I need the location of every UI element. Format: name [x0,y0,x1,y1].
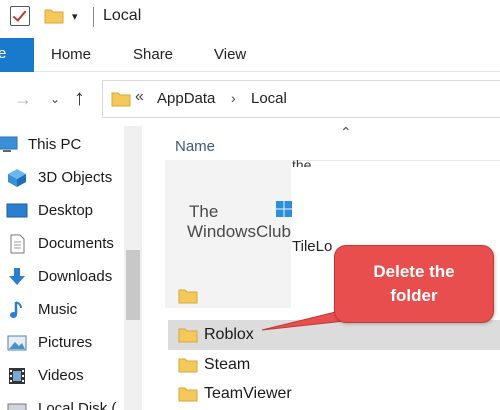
watermark-line2: WindowsClub [187,222,291,241]
computer-icon [0,136,18,152]
file-row-teamviewer[interactable]: TeamViewer [168,379,500,409]
callout-line1: Delete the [373,262,455,281]
ribbon-tabs: e Home Share View [0,34,500,72]
folder-icon [111,92,131,107]
film-icon [9,368,25,384]
sort-ascending-icon[interactable]: ⌃ [340,124,352,141]
tab-file[interactable]: e [0,38,34,72]
file-row-steam[interactable]: Steam [168,350,500,380]
clipped-item-label: the [292,157,312,167]
disk-icon [7,403,27,410]
breadcrumb-local[interactable]: Local [251,90,287,107]
properties-check-icon[interactable] [10,6,30,26]
callout-line2: folder [390,286,438,305]
window-title: Local [103,7,142,24]
breadcrumb-separator[interactable]: › [231,90,236,106]
clipped-item-label: TileLo [292,238,333,255]
overflow-chevron-icon[interactable]: « [135,88,144,106]
breadcrumb-appdata[interactable]: AppData [157,90,215,107]
nav-item-label: Music [38,301,78,318]
forward-arrow-icon[interactable]: → [14,89,32,110]
title-separator [93,7,94,27]
desktop-icon [6,203,28,218]
music-note-icon [10,301,22,318]
nav-item-label: Downloads [38,268,113,285]
nav-item-label: Local Disk ( [38,400,117,410]
windows-logo-icon [276,201,292,217]
nav-item-label: Desktop [38,202,94,219]
nav-item-label: Videos [38,367,84,384]
folder-icon [178,328,198,343]
folder-icon [178,387,198,402]
folder-icon[interactable] [44,8,64,24]
file-row-label: TeamViewer [204,385,292,402]
nav-item-label: Pictures [38,334,93,351]
nav-item-label: Documents [38,235,114,252]
callout-annotation: Delete the folder [334,245,494,323]
picture-icon [7,335,27,351]
tab-home[interactable]: Home [51,46,91,63]
recent-locations-chevron-icon[interactable]: ⌄ [50,92,60,106]
file-row-label: Roblox [204,326,254,343]
nav-item-label: 3D Objects [38,169,113,186]
up-arrow-icon[interactable]: ↑ [74,85,85,111]
tab-share[interactable]: Share [133,46,173,63]
title-bar: ▾ Local [0,0,500,34]
nav-scrollbar-thumb[interactable] [126,250,140,320]
download-arrow-icon [9,268,25,285]
quick-access-dropdown-icon[interactable]: ▾ [72,10,78,23]
nav-item-label: This PC [28,136,82,153]
watermark-line1: The [189,202,219,221]
watermark: The WindowsClub [165,160,292,308]
document-icon [10,234,25,254]
cube-icon [8,169,26,187]
tab-view[interactable]: View [214,46,246,63]
column-header-name[interactable]: Name [175,138,215,155]
folder-icon [178,289,198,304]
folder-icon [178,358,198,373]
file-row-label: Steam [204,356,251,373]
address-bar[interactable]: « AppData › Local [102,80,500,118]
file-row-roblox[interactable]: Roblox [168,320,500,350]
navigation-row: → ⌄ ↑ « AppData › Local [0,72,500,126]
